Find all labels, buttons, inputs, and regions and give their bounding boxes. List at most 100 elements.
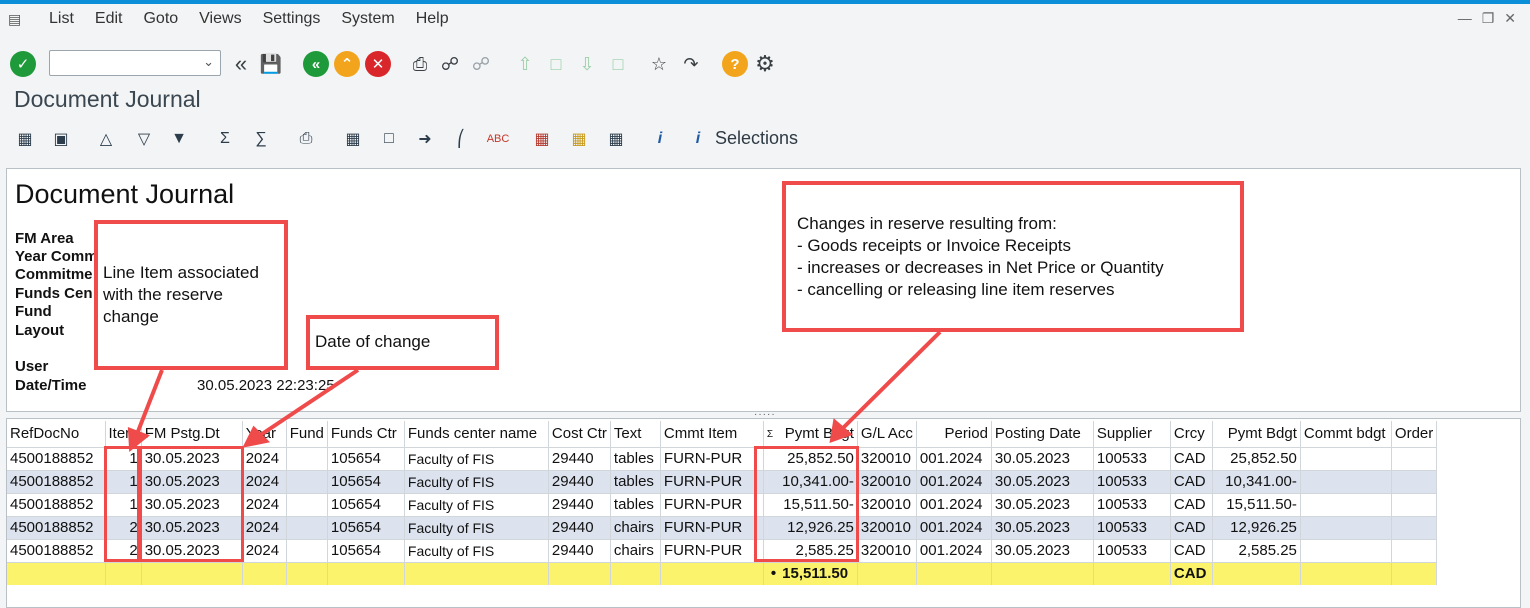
back-icon[interactable]: «: [303, 51, 329, 77]
cell-crcy[interactable]: CAD: [1170, 538, 1213, 562]
col-funds-ctr[interactable]: Funds Ctr: [327, 421, 405, 447]
cell-period[interactable]: 001.2024: [916, 469, 992, 493]
cell-cost-ctr[interactable]: 29440: [548, 469, 611, 493]
col-crcy[interactable]: Crcy: [1170, 421, 1213, 447]
cell-year[interactable]: 2024: [242, 515, 287, 539]
col-period[interactable]: Period: [916, 421, 992, 447]
print-icon[interactable]: ⎙: [407, 51, 433, 77]
col-gl-acc[interactable]: G/L Acc: [857, 421, 917, 447]
menu-edit[interactable]: Edit: [95, 10, 123, 28]
col-pymt-bdgt[interactable]: Σ Pymt Bdgt: [763, 421, 858, 447]
cell-pymt-bdgt-2[interactable]: 25,852.50: [1212, 446, 1301, 470]
cell-commt-bdgt[interactable]: [1300, 469, 1392, 493]
change-layout-icon[interactable]: ▦: [529, 126, 555, 152]
cell-cost-ctr[interactable]: 29440: [548, 446, 611, 470]
find-icon[interactable]: ☍: [437, 51, 463, 77]
print-preview-icon[interactable]: ⎙: [293, 126, 319, 152]
cell-supplier[interactable]: 100533: [1093, 538, 1171, 562]
gear-icon[interactable]: ⚙: [752, 51, 778, 77]
send-icon[interactable]: ⎛: [448, 126, 474, 152]
cell-cmmt-item[interactable]: FURN-PUR: [660, 492, 764, 516]
cell-gl-acc[interactable]: 320010: [857, 446, 917, 470]
cell-refdocno[interactable]: 4500188852: [7, 515, 106, 539]
cell-funds-center-name[interactable]: Faculty of FIS: [404, 469, 549, 493]
cell-pymt-bdgt-2[interactable]: 12,926.25: [1212, 515, 1301, 539]
cell-gl-acc[interactable]: 320010: [857, 492, 917, 516]
cell-order[interactable]: [1391, 492, 1438, 516]
cell-period[interactable]: 001.2024: [916, 492, 992, 516]
cell-refdocno[interactable]: 4500188852: [7, 469, 106, 493]
cell-posting-date[interactable]: 30.05.2023: [991, 469, 1094, 493]
save-icon[interactable]: 💾: [258, 51, 284, 77]
cell-refdocno[interactable]: 4500188852: [7, 492, 106, 516]
cell-funds-ctr[interactable]: 105654: [327, 469, 405, 493]
cell-cmmt-item[interactable]: FURN-PUR: [660, 538, 764, 562]
cell-supplier[interactable]: 100533: [1093, 515, 1171, 539]
cell-order[interactable]: [1391, 538, 1438, 562]
menu-list[interactable]: List: [49, 10, 74, 28]
cell-crcy[interactable]: CAD: [1170, 492, 1213, 516]
cell-commt-bdgt[interactable]: [1300, 515, 1392, 539]
cell-year[interactable]: 2024: [242, 538, 287, 562]
menu-settings[interactable]: Settings: [263, 10, 321, 28]
col-commt-bdgt[interactable]: Commt bdgt: [1300, 421, 1392, 447]
exit-icon[interactable]: ⌃: [334, 51, 360, 77]
cell-commt-bdgt[interactable]: [1300, 492, 1392, 516]
cell-order[interactable]: [1391, 469, 1438, 493]
cell-order[interactable]: [1391, 446, 1438, 470]
cell-funds-center-name[interactable]: Faculty of FIS: [404, 492, 549, 516]
sort-ascending-icon[interactable]: △: [93, 126, 119, 152]
close-window-icon[interactable]: ✕: [1504, 10, 1516, 27]
cell-cost-ctr[interactable]: 29440: [548, 515, 611, 539]
menu-goto[interactable]: Goto: [143, 10, 178, 28]
col-supplier[interactable]: Supplier: [1093, 421, 1171, 447]
cell-fund[interactable]: [286, 515, 328, 539]
cell-fund[interactable]: [286, 446, 328, 470]
cell-period[interactable]: 001.2024: [916, 446, 992, 470]
cell-cmmt-item[interactable]: FURN-PUR: [660, 446, 764, 470]
cell-funds-ctr[interactable]: 105654: [327, 492, 405, 516]
cell-posting-date[interactable]: 30.05.2023: [991, 538, 1094, 562]
cell-text[interactable]: tables: [610, 446, 661, 470]
select-layout-icon[interactable]: ▦: [566, 126, 592, 152]
create-session-icon[interactable]: ☆: [646, 51, 672, 77]
command-field[interactable]: ⌄: [49, 50, 221, 76]
cell-cmmt-item[interactable]: FURN-PUR: [660, 469, 764, 493]
cell-text[interactable]: tables: [610, 469, 661, 493]
cell-refdocno[interactable]: 4500188852: [7, 538, 106, 562]
abc-analysis-icon[interactable]: ABC: [485, 126, 511, 152]
cell-posting-date[interactable]: 30.05.2023: [991, 492, 1094, 516]
cell-commt-bdgt[interactable]: [1300, 446, 1392, 470]
selections-info-icon[interactable]: i: [685, 126, 711, 152]
help-icon[interactable]: ?: [722, 51, 748, 77]
restore-icon[interactable]: ❐: [1482, 10, 1495, 27]
first-page-icon[interactable]: ⇧: [512, 51, 538, 77]
information-icon[interactable]: i: [647, 126, 673, 152]
cell-fund[interactable]: [286, 469, 328, 493]
cell-text[interactable]: chairs: [610, 538, 661, 562]
cell-text[interactable]: chairs: [610, 515, 661, 539]
cell-posting-date[interactable]: 30.05.2023: [991, 515, 1094, 539]
cell-pymt-bdgt-2[interactable]: 2,585.25: [1212, 538, 1301, 562]
cell-pymt-bdgt-2[interactable]: 10,341.00-: [1212, 469, 1301, 493]
find-next-icon[interactable]: ☍: [468, 51, 494, 77]
cell-cmmt-item[interactable]: FURN-PUR: [660, 515, 764, 539]
details-icon[interactable]: ▦: [12, 126, 38, 152]
col-text[interactable]: Text: [610, 421, 661, 447]
cell-commt-bdgt[interactable]: [1300, 538, 1392, 562]
cell-supplier[interactable]: 100533: [1093, 446, 1171, 470]
local-file-icon[interactable]: ➜: [412, 126, 438, 152]
shortcut-icon[interactable]: ↷: [678, 51, 704, 77]
previous-page-icon[interactable]: □: [543, 51, 569, 77]
menu-views[interactable]: Views: [199, 10, 241, 28]
refresh-icon[interactable]: ▣: [48, 126, 74, 152]
col-funds-center-name[interactable]: Funds center name: [404, 421, 549, 447]
export-excel-icon[interactable]: ▦: [340, 126, 366, 152]
sum-icon[interactable]: Σ: [212, 126, 238, 152]
cell-pymt-bdgt-2[interactable]: 15,511.50-: [1212, 492, 1301, 516]
cell-cost-ctr[interactable]: 29440: [548, 492, 611, 516]
cell-fund[interactable]: [286, 538, 328, 562]
cell-period[interactable]: 001.2024: [916, 515, 992, 539]
cell-funds-center-name[interactable]: Faculty of FIS: [404, 446, 549, 470]
cell-text[interactable]: tables: [610, 492, 661, 516]
